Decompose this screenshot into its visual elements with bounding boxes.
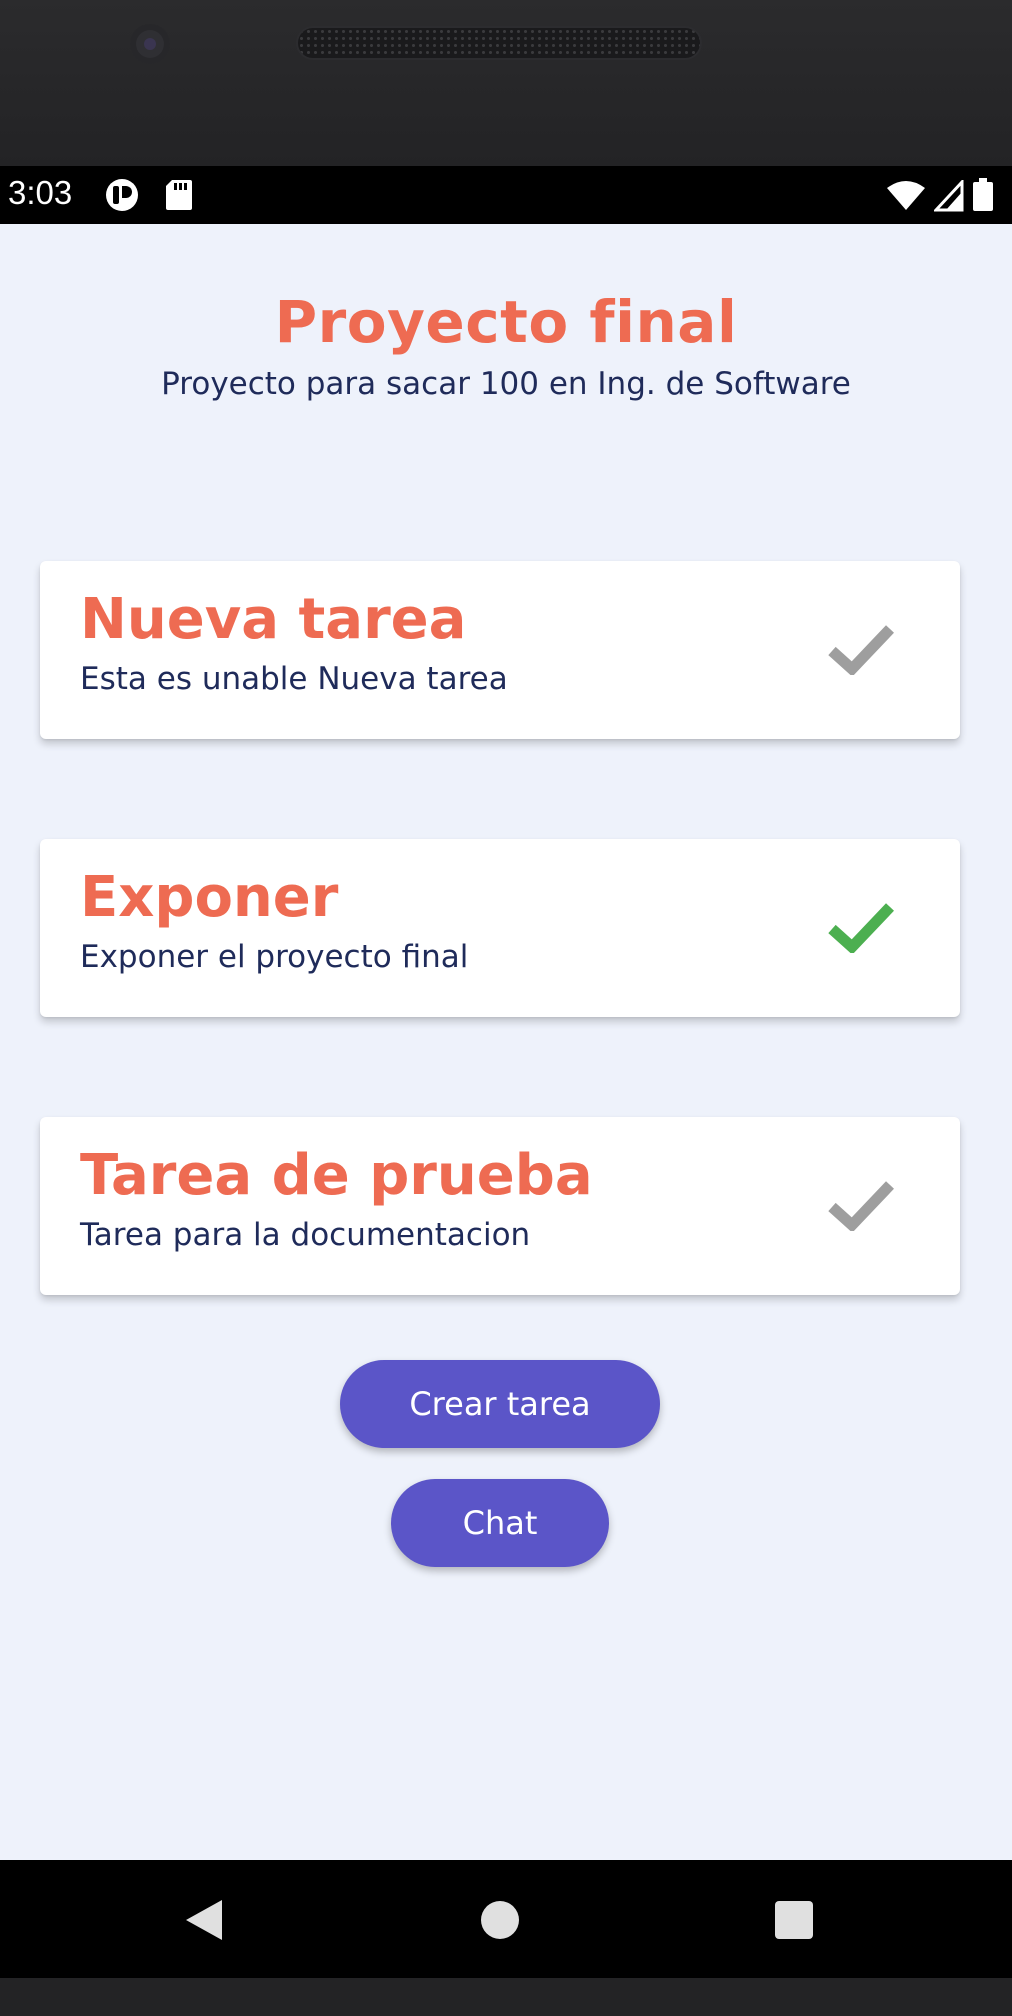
task-description: Esta es unable Nueva tarea	[80, 661, 508, 697]
home-circle-icon[interactable]	[480, 1900, 520, 1944]
app-notification-icon	[104, 178, 140, 216]
app-screen: Proyecto final Proyecto para sacar 100 e…	[0, 224, 1012, 1860]
device-bezel-bottom	[0, 1978, 1012, 2016]
front-camera	[130, 24, 170, 64]
wifi-icon	[886, 180, 926, 216]
task-title: Exponer	[80, 865, 339, 930]
recents-square-icon[interactable]	[774, 1900, 814, 1944]
battery-icon	[972, 178, 994, 216]
earpiece-speaker	[296, 26, 702, 60]
back-triangle-icon[interactable]	[184, 1898, 224, 1946]
task-card[interactable]: Nueva tarea Esta es unable Nueva tarea	[40, 561, 960, 739]
page-title: Proyecto final	[274, 288, 738, 356]
create-task-button[interactable]: Crear tarea	[340, 1360, 660, 1448]
navigation-bar	[0, 1860, 1012, 1978]
header: Proyecto final Proyecto para sacar 100 e…	[0, 288, 1012, 402]
task-description: Exponer el proyecto final	[80, 939, 469, 975]
task-description: Tarea para la documentacion	[80, 1217, 531, 1253]
page-subtitle: Proyecto para sacar 100 en Ing. de Softw…	[161, 366, 851, 402]
device-bezel-top	[0, 0, 1012, 166]
task-title: Tarea de prueba	[80, 1143, 593, 1208]
chat-button[interactable]: Chat	[391, 1479, 609, 1567]
check-icon[interactable]	[828, 1179, 894, 1231]
task-card[interactable]: Tarea de prueba Tarea para la documentac…	[40, 1117, 960, 1295]
status-time: 3:03	[8, 174, 73, 211]
check-icon[interactable]	[828, 623, 894, 675]
task-card[interactable]: Exponer Exponer el proyecto final	[40, 839, 960, 1017]
signal-icon	[932, 178, 964, 216]
status-bar: 3:03	[0, 166, 1012, 224]
check-icon[interactable]	[828, 901, 894, 953]
sd-card-icon	[164, 178, 194, 216]
task-title: Nueva tarea	[80, 587, 467, 652]
